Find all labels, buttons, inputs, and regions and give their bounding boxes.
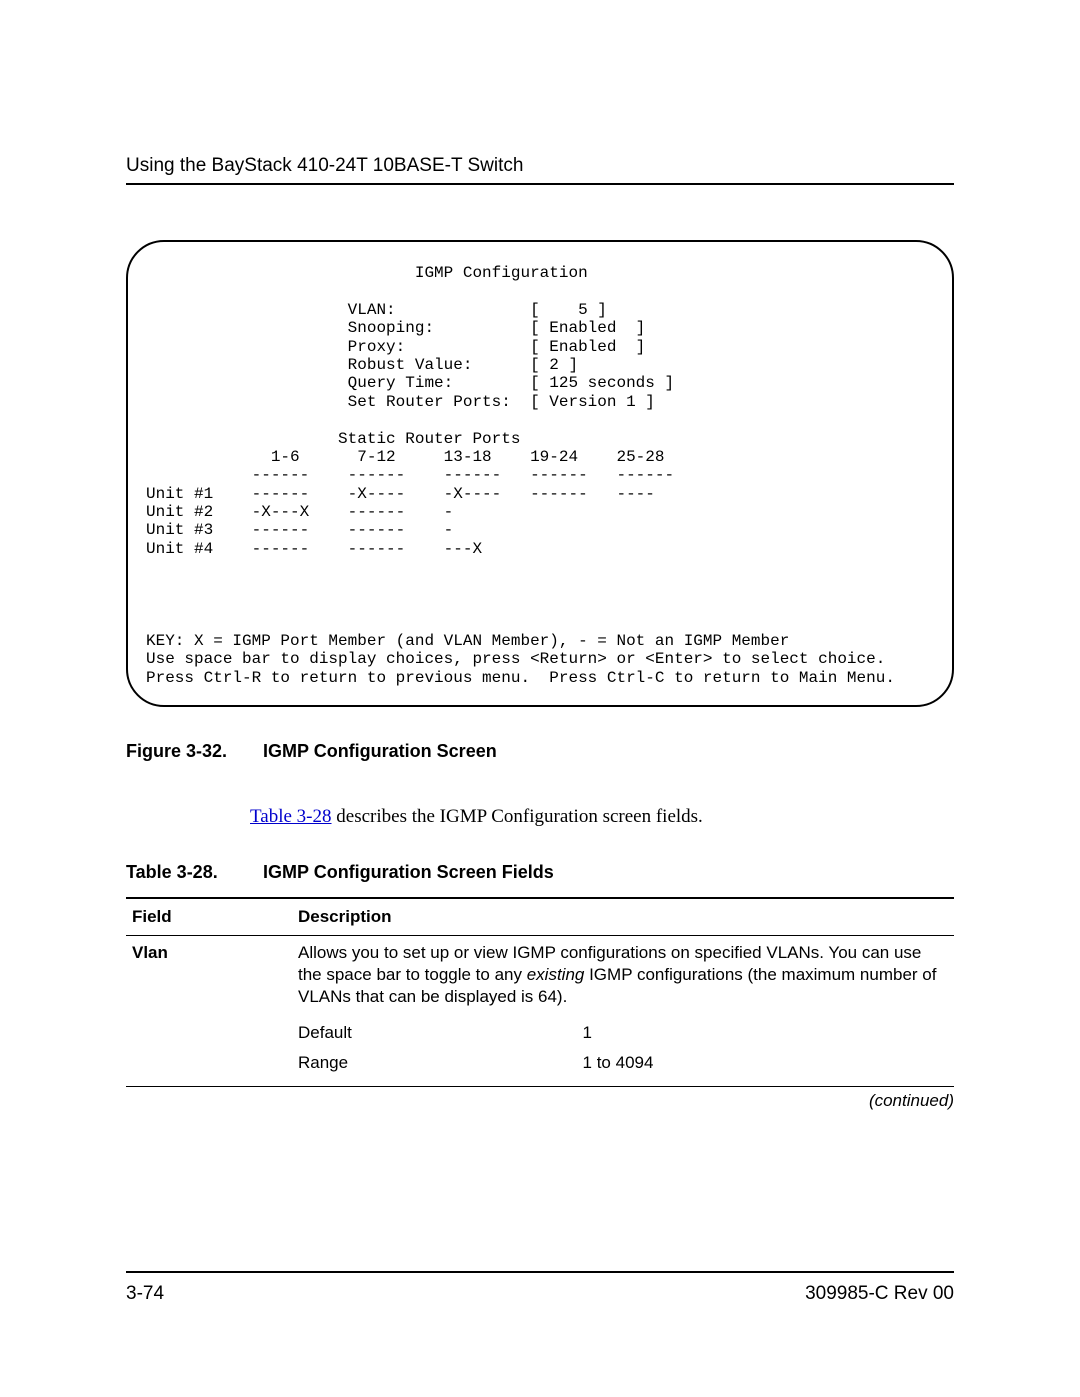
figure-label: Figure 3-32. [126,741,258,762]
table-row: Vlan Allows you to set up or view IGMP c… [126,935,954,1084]
doc-revision: 309985-C Rev 00 [805,1283,954,1305]
fields-table: Field Description Vlan Allows you to set… [126,897,954,1084]
th-description: Description [292,898,954,936]
th-field: Field [126,898,292,936]
sub-label: Range [298,1048,583,1078]
sub-value: 1 to 4094 [583,1048,948,1078]
cell-field: Vlan [126,935,292,1084]
paragraph-tail: describes the IGMP Configuration screen … [332,806,703,827]
terminal-screen: IGMP Configuration VLAN: [ 5 ] Snooping:… [126,240,954,707]
table-link[interactable]: Table 3-28 [250,806,332,827]
page: Using the BayStack 410-24T 10BASE-T Swit… [0,0,1080,1397]
table-title: IGMP Configuration Screen Fields [263,862,554,882]
table-header-row: Field Description [126,898,954,936]
figure-title: IGMP Configuration Screen [263,741,497,761]
header-rule [126,183,954,185]
footer: 3-74 309985-C Rev 00 [126,1271,954,1305]
sub-row: Default 1 [298,1018,948,1048]
sub-value: 1 [583,1018,948,1048]
cell-description: Allows you to set up or view IGMP config… [292,935,954,1084]
table-caption: Table 3-28. IGMP Configuration Screen Fi… [126,862,954,883]
sub-table: Default 1 Range 1 to 4094 [298,1018,948,1078]
footer-rule [126,1271,954,1273]
sub-row: Range 1 to 4094 [298,1048,948,1078]
figure-caption: Figure 3-32. IGMP Configuration Screen [126,741,954,762]
continued-label: (continued) [126,1086,954,1111]
body-paragraph: Table 3-28 describes the IGMP Configurat… [250,806,954,828]
table-label: Table 3-28. [126,862,258,883]
running-header: Using the BayStack 410-24T 10BASE-T Swit… [126,155,954,177]
page-number: 3-74 [126,1283,164,1305]
desc-em: existing [527,965,585,984]
sub-label: Default [298,1018,583,1048]
